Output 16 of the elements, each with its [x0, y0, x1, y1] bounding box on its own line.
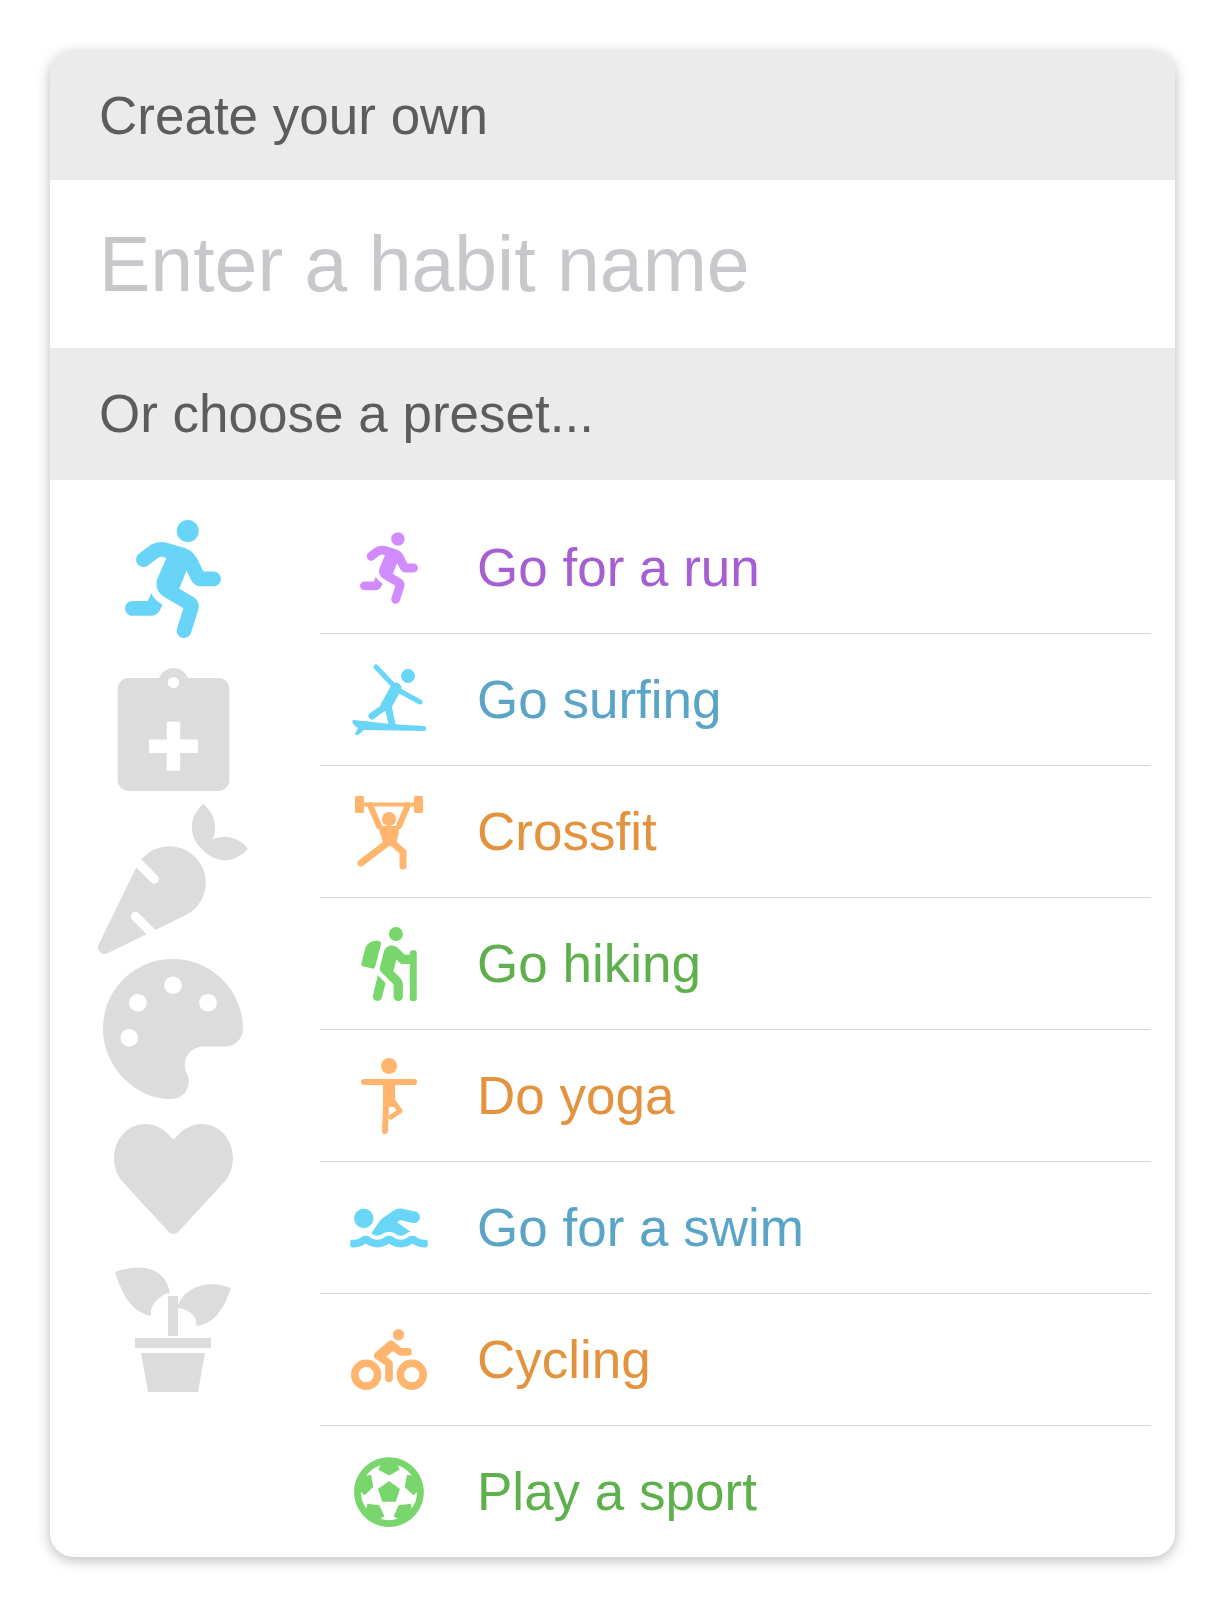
carrot-icon[interactable]: [98, 804, 248, 954]
section-header: Or choose a preset...: [50, 348, 1175, 480]
preset-option[interactable]: Go hiking: [320, 898, 1151, 1030]
habit-name-field[interactable]: Enter a habit name: [50, 180, 1175, 348]
medical-clipboard-icon[interactable]: [116, 667, 230, 791]
preset-option[interactable]: Do yoga: [320, 1030, 1151, 1162]
preset-option[interactable]: Go for a swim: [320, 1162, 1151, 1294]
preset-option[interactable]: Cycling: [320, 1294, 1151, 1426]
preset-option[interactable]: Crossfit: [320, 766, 1151, 898]
section-header: Create your own: [50, 51, 1175, 180]
preset-option[interactable]: Go surfing: [320, 634, 1151, 766]
running-person-icon[interactable]: [125, 520, 221, 638]
potted-plant-icon[interactable]: [112, 1266, 234, 1392]
preset-option[interactable]: Play a sport: [320, 1426, 1151, 1557]
preset-option[interactable]: Go for a run: [320, 502, 1151, 634]
heart-icon[interactable]: [113, 1124, 233, 1234]
